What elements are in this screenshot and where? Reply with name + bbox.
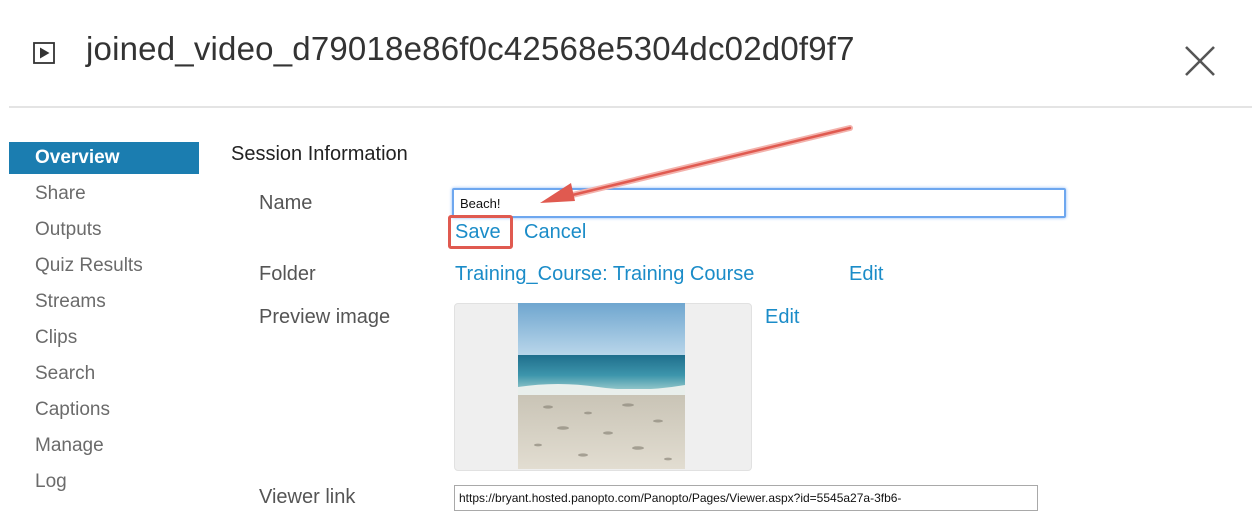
save-link[interactable]: Save [455, 221, 501, 244]
viewer-link-label: Viewer link [259, 486, 356, 508]
preview-edit-link[interactable]: Edit [765, 306, 799, 329]
close-x-icon[interactable] [1178, 39, 1222, 83]
dialog-header: joined_video_d79018e86f0c42568e5304dc02d… [0, 0, 1252, 108]
beach-preview-image [518, 303, 685, 469]
cancel-link[interactable]: Cancel [524, 221, 586, 244]
sidebar-item-search[interactable]: Search [9, 358, 199, 390]
folder-label: Folder [259, 263, 316, 285]
page-title: joined_video_d79018e86f0c42568e5304dc02d… [86, 30, 855, 67]
header-divider [9, 106, 1252, 108]
sidebar-item-share[interactable]: Share [9, 178, 199, 210]
sidebar-item-clips[interactable]: Clips [9, 322, 199, 354]
sidebar-item-manage[interactable]: Manage [9, 430, 199, 462]
name-label: Name [259, 192, 313, 214]
sidebar-item-captions[interactable]: Captions [9, 394, 199, 426]
section-title: Session Information [231, 143, 408, 165]
play-square-icon [33, 42, 55, 64]
folder-link[interactable]: Training_Course: Training Course [455, 263, 754, 286]
sidebar-item-streams[interactable]: Streams [9, 286, 199, 318]
sidebar-item-log[interactable]: Log [9, 466, 199, 498]
sidebar-item-overview[interactable]: Overview [9, 142, 199, 174]
sidebar-item-outputs[interactable]: Outputs [9, 214, 199, 246]
preview-image-label: Preview image [259, 306, 391, 328]
viewer-link-field[interactable] [454, 485, 1038, 511]
sidebar-item-quiz-results[interactable]: Quiz Results [9, 250, 199, 282]
name-input[interactable] [452, 188, 1066, 218]
folder-edit-link[interactable]: Edit [849, 263, 883, 286]
